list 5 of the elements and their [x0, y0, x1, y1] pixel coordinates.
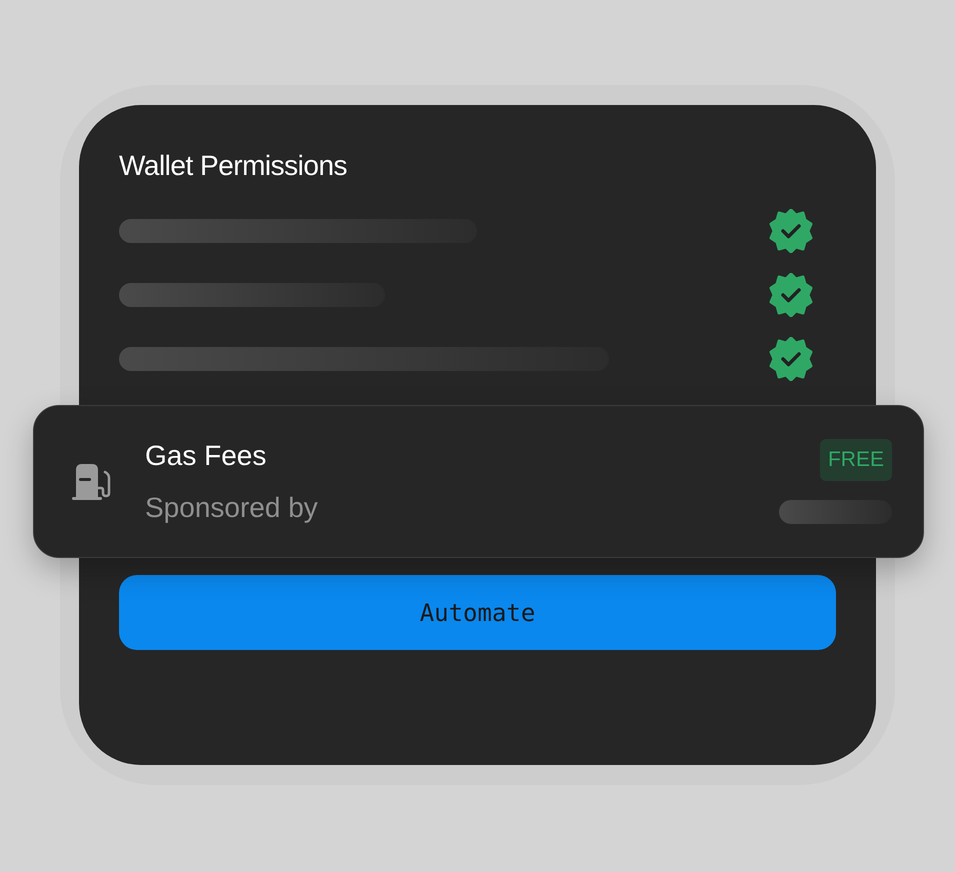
free-tag: FREE [820, 439, 892, 481]
gas-fees-title: Gas Fees [145, 438, 268, 472]
sponsor-label: Sponsored by [145, 490, 319, 524]
card-title: Wallet Permissions [119, 149, 348, 183]
automate-button[interactable]: Automate [119, 575, 836, 650]
